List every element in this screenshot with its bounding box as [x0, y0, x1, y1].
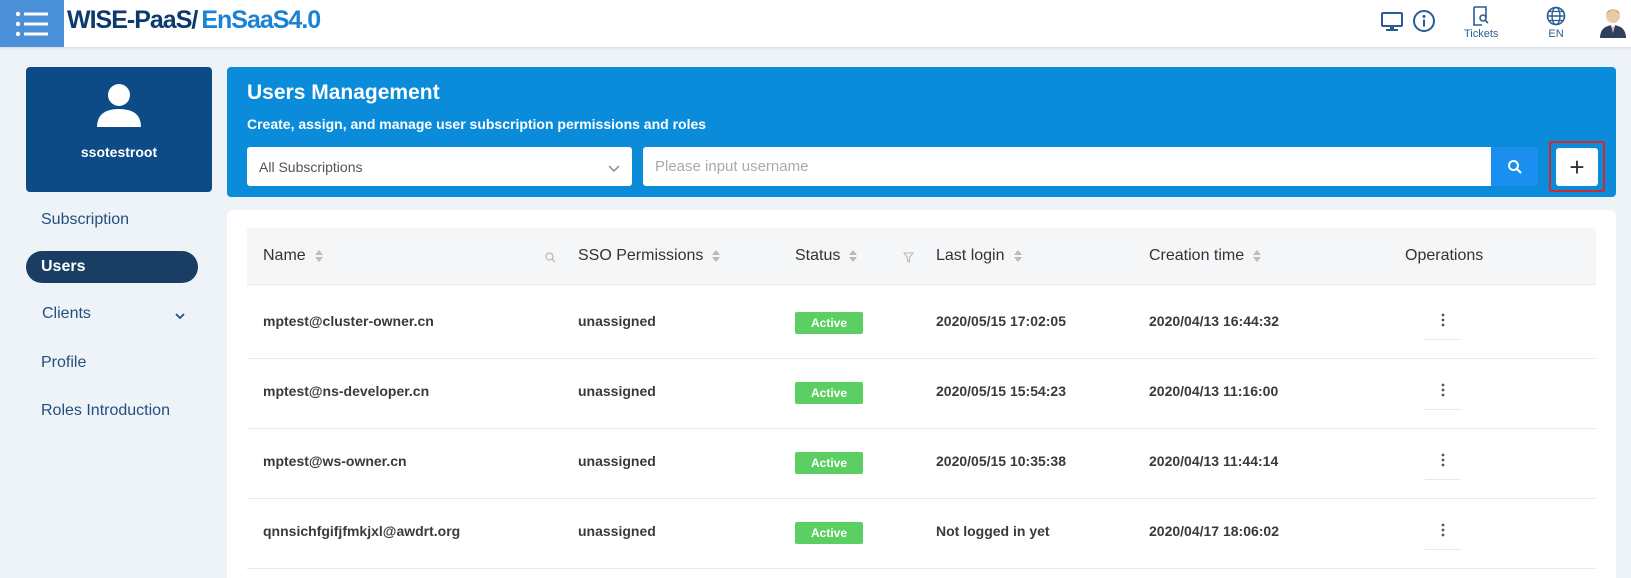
search-button[interactable]: [1491, 147, 1538, 186]
page-title: Users Management: [247, 81, 440, 104]
status-badge: Active: [795, 382, 863, 404]
subscription-select-value: All Subscriptions: [259, 158, 363, 175]
cell-sso: unassigned: [578, 383, 656, 399]
logo-ensaas: EnSaaS4.0: [201, 6, 321, 34]
add-user-button[interactable]: +: [1556, 148, 1598, 186]
cell-created: 2020/04/13 11:16:00: [1149, 383, 1279, 399]
cell-name: mptest@ws-owner.cn: [263, 453, 407, 469]
cell-last-login: 2020/05/15 10:35:38: [936, 453, 1066, 469]
column-last-login[interactable]: Last login: [936, 247, 1022, 265]
table-header: Name SSO Permissions Status Last login C…: [247, 228, 1596, 285]
cell-sso: unassigned: [578, 523, 656, 539]
cell-sso: unassigned: [578, 453, 656, 469]
profile-card: ssotestroot: [26, 67, 212, 192]
column-sso-label: SSO Permissions: [578, 247, 704, 264]
menu-icon[interactable]: [0, 0, 64, 47]
cell-sso: unassigned: [578, 313, 656, 329]
page-subtitle: Create, assign, and manage user subscrip…: [247, 116, 707, 132]
subscription-select[interactable]: All Subscriptions: [247, 147, 632, 186]
user-avatar-icon[interactable]: [1598, 6, 1628, 38]
cell-last-login: 2020/05/15 17:02:05: [936, 313, 1066, 329]
cell-created: 2020/04/13 11:44:14: [1149, 453, 1279, 469]
cell-created: 2020/04/13 16:44:32: [1149, 313, 1279, 329]
column-last-login-label: Last login: [936, 247, 1005, 264]
more-options-icon[interactable]: [1425, 370, 1461, 410]
cell-name: qnnsichfgifjfmkjxl@awdrt.org: [263, 523, 461, 539]
sidebar-item-label: Subscription: [41, 211, 130, 228]
sidebar-item-roles-introduction[interactable]: Roles Introduction: [26, 395, 216, 427]
sidebar-item-label: Profile: [41, 354, 87, 371]
sort-icon[interactable]: [849, 250, 858, 262]
username-search-input[interactable]: [643, 147, 1491, 186]
more-options-icon[interactable]: [1425, 300, 1461, 340]
user-icon: [96, 83, 142, 132]
more-options-icon[interactable]: [1425, 510, 1461, 550]
users-management-banner: Users Management Create, assign, and man…: [227, 67, 1616, 197]
top-bar: WISE-PaaS/EnSaaS4.0 Tickets EN: [0, 0, 1631, 47]
column-name[interactable]: Name: [263, 247, 323, 265]
cell-last-login: Not logged in yet: [936, 523, 1050, 539]
info-icon[interactable]: [1412, 9, 1436, 33]
sidebar-item-subscription[interactable]: Subscription: [26, 204, 198, 236]
add-user-highlight: +: [1549, 141, 1605, 192]
table-row: qnnsichfgifjfmkjxl@awdrt.org unassigned …: [247, 496, 1596, 569]
column-status[interactable]: Status: [795, 247, 858, 265]
column-status-label: Status: [795, 247, 841, 264]
status-badge: Active: [795, 452, 863, 474]
sidebar-item-label: Clients: [42, 305, 91, 322]
chevron-down-icon: [174, 307, 186, 325]
status-badge: Active: [795, 312, 863, 334]
table-row: mptest@ws-owner.cn unassigned Active 202…: [247, 426, 1596, 499]
cell-last-login: 2020/05/15 15:54:23: [936, 383, 1066, 399]
tickets-label: Tickets: [1464, 28, 1499, 40]
column-creation-label: Creation time: [1149, 247, 1245, 264]
chevron-down-icon: [608, 160, 620, 176]
tickets-button[interactable]: Tickets: [1464, 6, 1498, 40]
column-operations-label: Operations: [1405, 247, 1484, 264]
users-table: Name SSO Permissions Status Last login C…: [227, 210, 1616, 578]
column-sso-permissions[interactable]: SSO Permissions: [578, 247, 721, 265]
column-creation-time[interactable]: Creation time: [1149, 247, 1262, 265]
globe-icon: [1546, 6, 1566, 26]
sort-icon[interactable]: [1013, 250, 1022, 262]
search-icon: [1507, 159, 1522, 174]
table-row: mptest@cluster-owner.cn unassigned Activ…: [247, 286, 1596, 359]
language-button[interactable]: EN: [1546, 6, 1566, 40]
column-name-label: Name: [263, 247, 306, 264]
tickets-icon: [1473, 6, 1489, 26]
table-row: mptest@ns-developer.cn unassigned Active…: [247, 356, 1596, 429]
cell-name: mptest@cluster-owner.cn: [263, 313, 434, 329]
column-search-icon[interactable]: [545, 250, 556, 268]
sort-icon[interactable]: [314, 250, 323, 262]
column-operations: Operations: [1405, 247, 1483, 265]
sidebar-item-profile[interactable]: Profile: [26, 347, 198, 379]
sidebar-item-users[interactable]: Users: [26, 251, 198, 283]
more-options-icon[interactable]: [1425, 440, 1461, 480]
language-label: EN: [1548, 28, 1564, 40]
sidebar-item-label: Users: [41, 258, 86, 275]
cell-name: mptest@ns-developer.cn: [263, 383, 430, 399]
profile-username: ssotestroot: [80, 144, 158, 160]
sidebar-item-label: Roles Introduction: [41, 402, 170, 419]
sort-icon[interactable]: [1253, 250, 1262, 262]
status-badge: Active: [795, 522, 863, 544]
sidebar-item-clients[interactable]: Clients: [26, 298, 198, 330]
app-logo: WISE-PaaS/EnSaaS4.0: [67, 6, 321, 35]
cell-created: 2020/04/17 18:06:02: [1149, 523, 1279, 539]
monitor-icon[interactable]: [1380, 11, 1404, 33]
logo-wise-paas: WISE-PaaS/: [67, 6, 198, 34]
filter-icon[interactable]: [902, 250, 915, 268]
sort-icon[interactable]: [712, 250, 721, 262]
